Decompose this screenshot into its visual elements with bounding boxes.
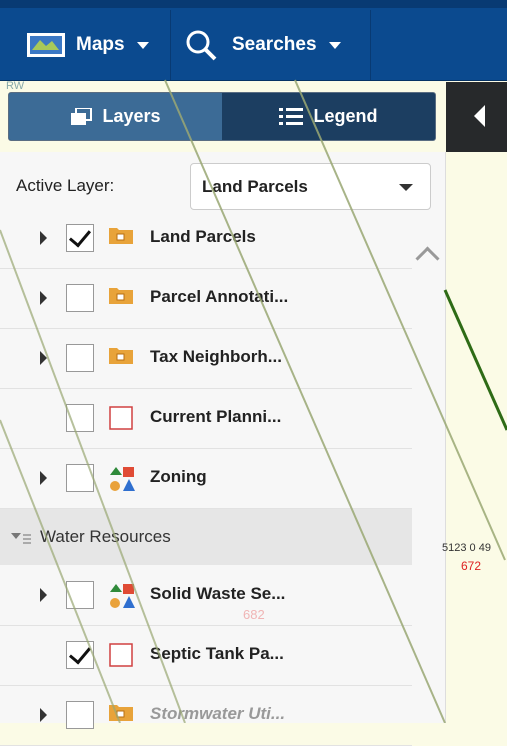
folder-icon — [108, 345, 134, 370]
layer-row[interactable]: Zoning — [0, 448, 412, 509]
group-collapse-icon — [11, 533, 31, 544]
chevron-down-icon — [399, 184, 413, 191]
search-icon — [186, 30, 217, 61]
polygon-outline-icon — [108, 405, 134, 436]
chevron-down-icon — [136, 41, 149, 49]
layer-checkbox[interactable] — [66, 641, 94, 669]
toolbar-divider — [370, 10, 371, 80]
group-label: Water Resources — [40, 527, 171, 546]
map-parcel-label: 5123 0 49 — [442, 542, 491, 554]
layers-icon — [71, 107, 93, 125]
layer-label: Parcel Annotati... — [150, 287, 289, 306]
layer-row[interactable]: Parcel Annotati... — [0, 268, 412, 329]
maps-button[interactable]: Maps — [26, 20, 149, 70]
map-icon — [27, 33, 65, 57]
road-line — [443, 289, 507, 431]
layer-checkbox[interactable] — [66, 284, 94, 312]
layer-row[interactable]: Land Parcels — [0, 208, 412, 269]
layer-label: Stormwater Uti... — [150, 704, 286, 723]
searches-label: Searches — [232, 34, 317, 55]
toolbar-strip — [0, 0, 507, 8]
active-layer-select[interactable]: Land Parcels — [190, 163, 431, 210]
list-icon — [279, 107, 304, 125]
active-layer-value: Land Parcels — [202, 176, 308, 196]
layer-checkbox[interactable] — [66, 224, 94, 252]
folder-icon — [108, 225, 134, 250]
active-layer-label: Active Layer: — [16, 176, 115, 195]
expand-icon[interactable] — [40, 708, 47, 722]
layer-checkbox[interactable] — [66, 404, 94, 432]
layer-checkbox[interactable] — [66, 344, 94, 372]
expand-icon[interactable] — [40, 291, 47, 305]
expand-icon[interactable] — [40, 471, 47, 485]
layer-label: Land Parcels — [150, 227, 256, 246]
toolbar-divider — [170, 10, 171, 80]
polygon-outline-icon — [108, 642, 134, 673]
expand-icon[interactable] — [40, 351, 47, 365]
expand-icon[interactable] — [40, 588, 47, 602]
layer-row[interactable]: Stormwater Uti... — [0, 685, 412, 746]
layer-row[interactable]: Tax Neighborh... — [0, 328, 412, 389]
chevron-down-icon — [328, 41, 341, 49]
tab-legend[interactable]: Legend — [222, 93, 435, 140]
corner-label: RW — [6, 80, 25, 92]
map-ghost-number: 682 — [243, 607, 265, 622]
shapes-icon — [108, 582, 136, 615]
maps-label: Maps — [76, 34, 125, 55]
tab-layers-label: Layers — [102, 106, 161, 126]
layer-label: Zoning — [150, 467, 207, 486]
group-water-resources[interactable]: Water Resources — [0, 509, 412, 565]
tab-layers[interactable]: Layers — [9, 93, 222, 140]
folder-icon — [108, 285, 134, 310]
expand-icon[interactable] — [40, 231, 47, 245]
layer-checkbox[interactable] — [66, 701, 94, 729]
folder-icon — [108, 702, 134, 727]
collapse-panel-button[interactable] — [446, 82, 507, 152]
map-parcel-number: 672 — [461, 559, 482, 573]
searches-button[interactable]: Searches — [184, 20, 341, 70]
layer-label: Tax Neighborh... — [150, 347, 282, 366]
top-toolbar: Maps Searches — [0, 0, 507, 81]
layer-checkbox[interactable] — [66, 581, 94, 609]
layer-row[interactable]: Septic Tank Pa... — [0, 625, 412, 686]
layer-checkbox[interactable] — [66, 464, 94, 492]
layer-label: Septic Tank Pa... — [150, 644, 284, 663]
tab-legend-label: Legend — [313, 106, 378, 126]
layer-row[interactable]: Solid Waste Se... — [0, 565, 412, 626]
layer-row[interactable]: Current Planni... — [0, 388, 412, 449]
shapes-icon — [108, 465, 136, 498]
chevron-left-icon — [474, 105, 485, 127]
panel-tabs: Layers Legend — [8, 92, 436, 141]
layer-label: Solid Waste Se... — [150, 584, 286, 603]
layer-label: Current Planni... — [150, 407, 282, 426]
